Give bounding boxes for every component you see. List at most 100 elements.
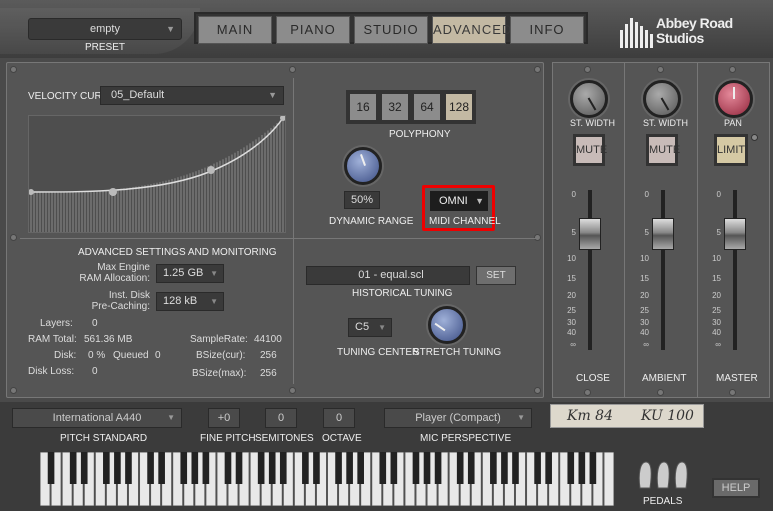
- chevron-down-icon: ▼: [210, 297, 218, 306]
- tuning-center-select[interactable]: C5 ▼: [348, 318, 392, 337]
- chevron-down-icon: ▼: [517, 413, 525, 422]
- pitch-standard-label: PITCH STANDARD: [60, 433, 148, 444]
- master-pan-label: PAN: [724, 118, 742, 128]
- tab-piano[interactable]: PIANO: [276, 16, 350, 44]
- queued-label: Queued: [113, 350, 149, 361]
- screw-icon: [534, 387, 541, 394]
- disk-loss-label: Disk Loss:: [28, 366, 75, 377]
- logo-bars-icon: [620, 18, 653, 48]
- scale-tick-label: ∞: [570, 340, 576, 349]
- screw-icon: [10, 66, 17, 73]
- black-key: [412, 452, 420, 484]
- polyphony-label: POLYPHONY: [389, 129, 451, 140]
- black-key: [47, 452, 55, 484]
- screw-icon: [657, 389, 664, 396]
- stretch-tuning-knob[interactable]: [428, 306, 466, 344]
- master-strip-label: MASTER: [716, 373, 758, 384]
- screw-icon: [10, 234, 17, 241]
- polyphony-32-button[interactable]: 32: [380, 92, 410, 122]
- scale-tick-label: 15: [567, 274, 576, 283]
- max-engine-label: Max Engine RAM Allocation:: [70, 262, 150, 284]
- scale-tick-label: 25: [712, 306, 721, 315]
- pitch-standard-select[interactable]: International A440 ▼: [12, 408, 182, 428]
- panel-divider: [20, 238, 538, 239]
- abbey-road-logo: Abbey Road Studios: [618, 14, 758, 50]
- preset-value: empty: [90, 23, 120, 35]
- close-width-knob[interactable]: [570, 80, 608, 118]
- ram-allocation-value: 1.25 GB: [163, 267, 204, 279]
- black-key: [578, 452, 586, 484]
- black-key: [69, 452, 77, 484]
- stretch-tuning-label: STRETCH TUNING: [413, 347, 502, 358]
- mic-note-1: Km 84: [567, 408, 613, 424]
- polyphony-16-button[interactable]: 16: [348, 92, 378, 122]
- octave-label: OCTAVE: [322, 433, 362, 444]
- tab-main[interactable]: MAIN: [198, 16, 272, 44]
- black-key: [501, 452, 508, 484]
- set-tuning-button[interactable]: SET: [476, 266, 516, 285]
- pedals-icon[interactable]: [634, 458, 690, 492]
- ambient-fader[interactable]: [652, 218, 674, 250]
- tab-studio[interactable]: STUDIO: [354, 16, 428, 44]
- black-key: [490, 452, 497, 484]
- scale-tick-label: 40: [640, 328, 649, 337]
- master-pan-knob[interactable]: [715, 80, 753, 118]
- bsize-cur-label: BSize(cur):: [196, 350, 246, 361]
- ram-allocation-select[interactable]: 1.25 GB ▼: [156, 264, 224, 283]
- scale-tick-label: 5: [571, 228, 576, 237]
- master-fader[interactable]: [724, 218, 746, 250]
- scale-tick-label: 30: [640, 318, 649, 327]
- disk-label: Disk:: [54, 350, 77, 361]
- scale-tick-label: 15: [640, 274, 649, 283]
- chevron-down-icon: ▼: [268, 90, 277, 100]
- velocity-curve-editor[interactable]: [28, 115, 286, 233]
- historical-tuning-select[interactable]: 01 - equal.scl: [306, 266, 470, 285]
- historical-tuning-label: HISTORICAL TUNING: [352, 288, 453, 299]
- midi-channel-select[interactable]: OMNI ▼: [430, 191, 488, 211]
- tuning-center-value: C5: [355, 321, 370, 333]
- black-key: [545, 452, 552, 484]
- octave-field[interactable]: 0: [323, 408, 355, 428]
- historical-tuning-value: 01 - equal.scl: [358, 269, 424, 281]
- help-button[interactable]: HELP: [712, 478, 760, 498]
- pre-caching-select[interactable]: 128 kB ▼: [156, 292, 224, 311]
- chevron-down-icon: ▼: [475, 196, 484, 206]
- advanced-settings-title: ADVANCED SETTINGS AND MONITORING: [78, 247, 277, 258]
- disk-loss-value: 0: [92, 366, 98, 377]
- close-fader-track: [588, 190, 592, 350]
- screw-icon: [657, 66, 664, 73]
- ambient-mute-button[interactable]: MUTE: [646, 134, 680, 166]
- ambient-width-knob[interactable]: [643, 80, 681, 118]
- tab-info[interactable]: INFO: [510, 16, 584, 44]
- scale-tick-label: 0: [716, 190, 721, 199]
- inst-disk-label: Inst. Disk Pre-Caching:: [70, 290, 150, 312]
- polyphony-64-button[interactable]: 64: [412, 92, 442, 122]
- fine-pitch-field[interactable]: +0: [208, 408, 240, 428]
- preset-select[interactable]: empty ▼: [28, 18, 182, 40]
- piano-keyboard[interactable]: [39, 451, 615, 507]
- scale-tick-label: 25: [640, 306, 649, 315]
- layers-value: 0: [92, 318, 98, 329]
- black-key: [434, 452, 442, 484]
- close-mute-button[interactable]: MUTE: [573, 134, 607, 166]
- master-limit-button[interactable]: LIMIT: [714, 134, 748, 166]
- screw-icon: [10, 387, 17, 394]
- scale-tick-label: 20: [712, 291, 721, 300]
- pitch-standard-value: International A440: [52, 412, 142, 424]
- chevron-down-icon: ▼: [166, 24, 175, 34]
- mic-perspective-select[interactable]: Player (Compact) ▼: [384, 408, 532, 428]
- polyphony-128-button[interactable]: 128: [444, 92, 474, 122]
- black-key: [534, 452, 541, 484]
- scale-tick-label: 30: [712, 318, 721, 327]
- velocity-curve-select[interactable]: 05_Default ▼: [100, 86, 284, 105]
- tab-advanced[interactable]: ADVANCED: [432, 16, 511, 44]
- scale-tick-label: 25: [567, 306, 576, 315]
- semitones-field[interactable]: 0: [265, 408, 297, 428]
- dynamic-range-knob[interactable]: [344, 147, 382, 185]
- panel-divider: [293, 78, 294, 384]
- logo-line1: Abbey Road: [656, 15, 733, 31]
- scale-tick-label: 40: [567, 328, 576, 337]
- disk-value: 0 %: [88, 350, 106, 361]
- scale-tick-label: 30: [567, 318, 576, 327]
- close-fader[interactable]: [579, 218, 601, 250]
